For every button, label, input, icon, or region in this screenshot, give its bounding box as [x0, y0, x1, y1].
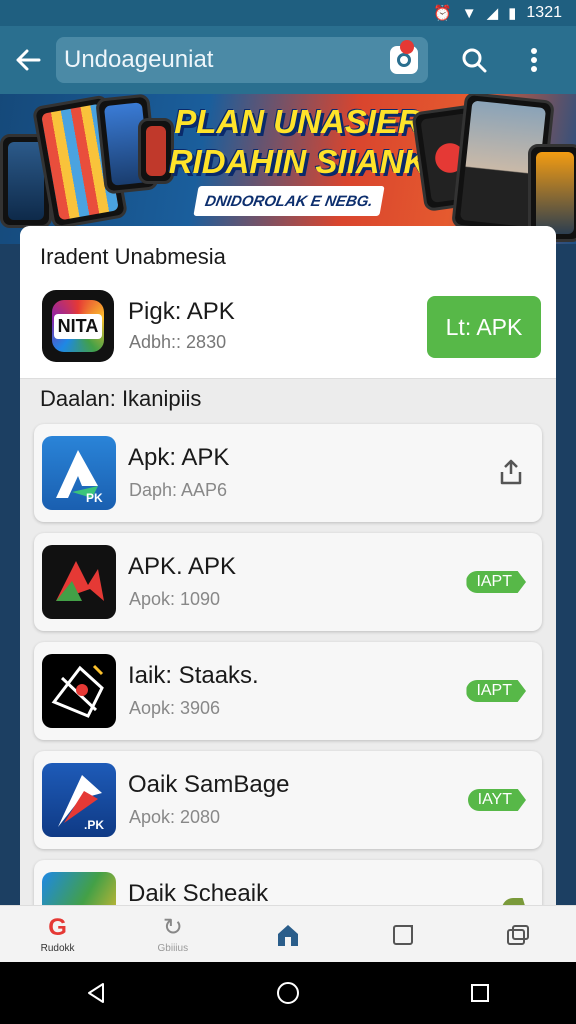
featured-app-name[interactable]: Pigk: APK — [128, 298, 235, 326]
search-input[interactable] — [62, 45, 366, 75]
more-options-button[interactable] — [504, 26, 564, 94]
nav-item-windows[interactable] — [461, 906, 576, 963]
wifi-icon: ▼ — [461, 4, 477, 22]
banner-title-line2: RIDAHIN SIIANK — [168, 143, 428, 180]
app-name: Apk: APK — [128, 444, 230, 471]
bottom-navigation: G Rudokk ↻ Gbiiius — [0, 905, 576, 963]
nav-item-tablet[interactable] — [346, 906, 461, 963]
system-recents-button[interactable] — [450, 973, 510, 1013]
nav-item-rudokk[interactable]: G Rudokk — [0, 906, 115, 963]
refresh-icon: ↻ — [162, 914, 183, 941]
banner-title: PLAN UNASIER RIDAHIN SIIANK — [168, 102, 428, 182]
nav-item-home[interactable] — [230, 906, 345, 963]
list-item[interactable]: .PK Oaik SamBage Apok: 2080 IAYT — [34, 751, 542, 849]
app-sub: Apok: 2080 — [129, 807, 221, 827]
app-logo-text: NITA — [53, 313, 103, 339]
signal-icon: ◢ — [486, 5, 499, 22]
search-lens-button[interactable] — [390, 40, 418, 74]
app-name: APK. APK — [128, 553, 237, 580]
list-item[interactable]: PK Apk: APK Daph: AAP6 — [34, 424, 542, 522]
list-section-title: Daalan: Ikanipiis — [40, 386, 202, 411]
share-icon[interactable] — [498, 458, 524, 486]
battery-icon: ▮ — [508, 5, 517, 22]
content-sheet: Iradent Unabmesia NITA Pigk: APK Adbh:: … — [20, 226, 556, 916]
back-arrow-icon — [16, 49, 41, 71]
alarm-icon: ⏰ — [433, 5, 452, 22]
app-name: Daik Scheaik — [128, 880, 269, 907]
featured-section-title: Iradent Unabmesia — [40, 244, 226, 269]
nav-label: Rudokk — [40, 943, 75, 954]
install-pill-button[interactable]: IAPT — [466, 680, 526, 702]
home-icon — [278, 924, 298, 946]
list-item[interactable]: APK. APK Apok: 1090 IAPT — [34, 533, 542, 631]
home-circle-icon — [277, 982, 299, 1004]
app-logo-ring: NITA — [52, 300, 104, 352]
svg-text:.PK: .PK — [84, 818, 104, 832]
system-home-button[interactable] — [258, 973, 318, 1013]
app-sub: Apok: 1090 — [129, 589, 221, 609]
app-icon: PK — [42, 436, 116, 510]
windows-icon — [507, 924, 530, 945]
featured-app-sub: Adbh:: 2830 — [129, 332, 227, 352]
tablet-icon — [393, 924, 414, 945]
top-app-bar — [0, 26, 576, 94]
recents-square-icon — [471, 984, 489, 1002]
app-icon — [42, 654, 116, 728]
app-name: Iaik: Staaks. — [128, 662, 259, 689]
install-pill-button[interactable]: IAYT — [467, 789, 526, 811]
search-icon — [462, 48, 487, 73]
status-bar: ⏰ ▼ ◢ ▮ 1321 — [0, 0, 576, 26]
svg-text:PK: PK — [86, 491, 103, 505]
lens-icon — [397, 53, 411, 67]
promo-banner[interactable]: PLAN UNASIER RIDAHIN SIIANK DNIDOROLAK E… — [0, 94, 576, 244]
back-button[interactable] — [0, 26, 56, 94]
list-item[interactable]: Iaik: Staaks. Aopk: 3906 IAPT — [34, 642, 542, 740]
nav-label: Gbiiius — [157, 943, 189, 954]
banner-subtitle: DNIDOROLAK E NEBG. — [193, 186, 385, 216]
app-name: Oaik SamBage — [128, 771, 290, 798]
app-sub: Aopk: 3906 — [129, 698, 221, 718]
system-back-button[interactable] — [66, 973, 126, 1013]
back-triangle-icon — [88, 983, 104, 1003]
status-time: 1321 — [526, 4, 562, 21]
banner-title-line1: PLAN UNASIER — [174, 103, 422, 140]
notification-dot — [400, 40, 414, 54]
app-sub: Daph: AAP6 — [129, 480, 228, 500]
featured-app-icon[interactable]: NITA — [42, 290, 114, 362]
nav-item-gbiiius[interactable]: ↻ Gbiiius — [115, 906, 230, 963]
app-icon: .PK — [42, 763, 116, 837]
app-icon — [42, 545, 116, 619]
featured-section: Iradent Unabmesia NITA Pigk: APK Adbh:: … — [20, 226, 556, 379]
featured-install-button[interactable]: Lt: APK — [427, 296, 541, 358]
install-pill-button[interactable]: IAPT — [466, 571, 526, 593]
search-button[interactable] — [444, 26, 504, 94]
g-icon: G — [48, 914, 67, 941]
search-box[interactable] — [56, 37, 428, 83]
more-vert-icon — [531, 48, 537, 72]
system-navigation-bar — [0, 962, 576, 1024]
